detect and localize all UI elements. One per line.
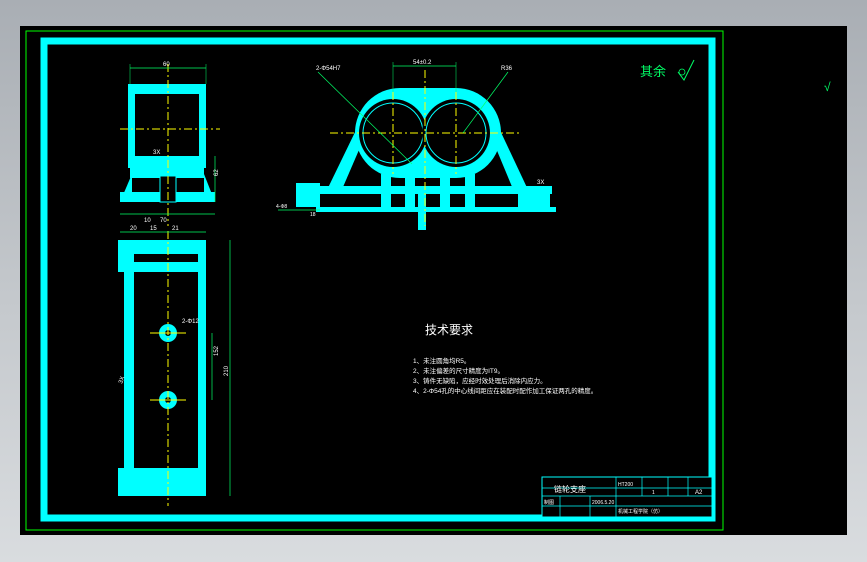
dim-plan-width-1: 20 (130, 226, 137, 232)
dim-radius: R36 (501, 66, 513, 72)
dim-small: 18 (310, 212, 316, 218)
dim-plan-total-height: 210 (224, 365, 230, 376)
title-block-scale: 1 (652, 490, 655, 496)
plan-view: 20 15 21 2-Φ12 210 152 3X (118, 226, 231, 506)
front-view: 54±0.2 2-Φ54H7 R36 4-Φ8 18 3X (276, 60, 556, 230)
cad-drawing-canvas[interactable]: 60 10 70 62 3X 20 15 21 2-Φ12 210 152 3X (20, 26, 847, 535)
tech-req-item: 1、未注圆角均R5。 (413, 356, 470, 365)
side-view: 60 10 70 62 3X (120, 62, 220, 226)
dim-plan-hole-callout: 2-Φ12 (182, 319, 199, 325)
dim-hole-callout: 2-Φ54H7 (316, 66, 341, 72)
tech-req-title: 技术要求 (425, 323, 473, 337)
title-block-school: 机械工程学院（仿） (618, 508, 663, 515)
dim-bottom-callout: 4-Φ8 (276, 204, 287, 210)
dim-center-distance: 54±0.2 (413, 60, 432, 66)
dim-bottom-width-2: 70 (160, 218, 167, 224)
dim-side-height: 62 (214, 169, 220, 176)
side-roughness-symbol: √ (824, 80, 831, 94)
tech-req-item: 2、未注偏差的尺寸精度为IT9。 (413, 366, 504, 375)
roughness-symbol-icon (677, 59, 695, 81)
title-block-name: 链轮支座 (554, 484, 586, 494)
cad-drawing-viewport[interactable]: 60 10 70 62 3X 20 15 21 2-Φ12 210 152 3X (20, 26, 847, 535)
dim-top-width: 60 (163, 62, 170, 68)
dim-plan-width-2: 15 (150, 226, 157, 232)
dim-bottom-width-1: 10 (144, 218, 151, 224)
title-block-drafter: 制图 (544, 499, 554, 506)
roughness-note: 其余 (640, 64, 666, 79)
tech-req-item: 4、2-Φ54孔的中心线间距应在装配时配作加工保证两孔的精度。 (413, 386, 597, 395)
dim-front-chamfer: 3X (537, 180, 544, 186)
dim-plan-width-3: 21 (172, 226, 179, 232)
title-block-sheet: A2 (695, 490, 703, 496)
dim-side-chamfer: 3X (153, 150, 160, 156)
title-block-date: 2006.5.20 (592, 500, 614, 506)
title-block: 链轮支座 HT200 1 A2 制图 2006.5.20 机械工程学院（仿） (541, 476, 713, 518)
tech-req-item: 3、铸件无缺陷，应经时效处理后消除内应力。 (413, 376, 547, 385)
title-block-material: HT200 (618, 482, 633, 488)
dim-plan-mid-height: 152 (214, 345, 220, 356)
